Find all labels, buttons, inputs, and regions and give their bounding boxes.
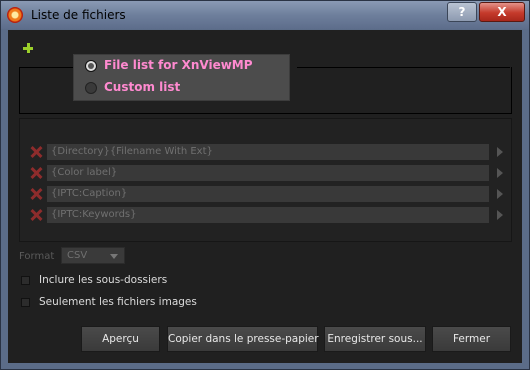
custom-fields-panel: {Directory}{Filename With Ext} {Color la… (19, 118, 512, 242)
triangle-right-icon[interactable] (497, 210, 503, 220)
remove-x-icon[interactable] (30, 146, 42, 158)
list-mode-group: File list for XnViewMP Custom list (73, 54, 290, 101)
field-input[interactable]: {Directory}{Filename With Ext} (47, 144, 489, 160)
radio-xnviewmp-list-label[interactable]: File list for XnViewMP (104, 58, 253, 72)
format-label: Format (19, 251, 55, 262)
remove-x-icon[interactable] (30, 209, 42, 221)
mode-frame-divider-left (19, 67, 75, 68)
triangle-right-icon[interactable] (497, 147, 503, 157)
include-subfolders-label[interactable]: Inclure les sous-dossiers (39, 274, 167, 286)
field-input[interactable]: {Color label} (47, 165, 489, 181)
dialog-window: Liste de fichiers ? X File list for XnVi… (0, 0, 530, 370)
field-row: {IPTC:Keywords} (20, 207, 511, 223)
include-subfolders-checkbox[interactable] (21, 276, 30, 285)
radio-custom-list-label[interactable]: Custom list (104, 80, 180, 94)
format-dropdown[interactable]: CSV (61, 247, 125, 264)
field-row: {Directory}{Filename With Ext} (20, 144, 511, 160)
dialog-content: File list for XnViewMP Custom list {Dire… (8, 30, 522, 363)
images-only-label[interactable]: Seulement les fichiers images (39, 296, 197, 308)
help-button[interactable]: ? (447, 2, 477, 22)
field-row: {IPTC:Caption} (20, 186, 511, 202)
chevron-down-icon (110, 254, 118, 259)
mode-frame-divider-right (297, 67, 510, 68)
radio-custom-list[interactable] (85, 82, 97, 94)
xnview-logo-icon (7, 7, 23, 23)
field-row: {Color label} (20, 165, 511, 181)
triangle-right-icon[interactable] (497, 168, 503, 178)
copy-to-clipboard-button[interactable]: Copier dans le presse-papier (167, 326, 319, 352)
remove-x-icon[interactable] (30, 188, 42, 200)
close-window-button[interactable]: X (479, 2, 525, 22)
plus-icon[interactable] (23, 43, 33, 53)
remove-x-icon[interactable] (30, 167, 42, 179)
close-button[interactable]: Fermer (432, 326, 511, 352)
images-only-checkbox[interactable] (21, 298, 30, 307)
field-input[interactable]: {IPTC:Caption} (47, 186, 489, 202)
format-value: CSV (67, 250, 88, 261)
field-input[interactable]: {IPTC:Keywords} (47, 207, 489, 223)
preview-button[interactable]: Aperçu (81, 326, 160, 352)
radio-xnviewmp-list[interactable] (85, 60, 97, 72)
title-bar[interactable]: Liste de fichiers ? X (1, 1, 529, 29)
window-title: Liste de fichiers (31, 8, 126, 22)
save-as-button[interactable]: Enregistrer sous... (324, 326, 426, 352)
triangle-right-icon[interactable] (497, 189, 503, 199)
